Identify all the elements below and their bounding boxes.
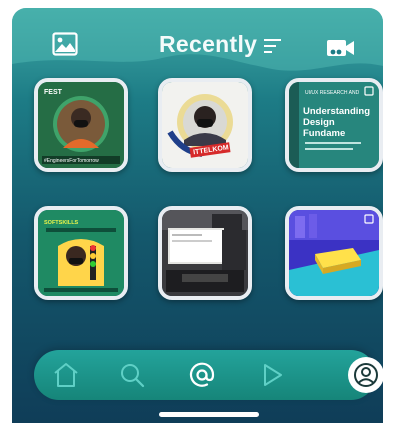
photo-thumbnail[interactable]: UI/UX RESEARCH AND Understanding Design … [285,78,383,172]
photo-thumbnail[interactable]: ITTELKOM [158,78,252,172]
app-screen: Recently FEST #EngineersForTomorrow ITTE… [12,8,383,423]
sort-lines-icon[interactable] [264,38,284,54]
search-icon[interactable] [118,361,146,389]
photo-caption-text: SOFTSKILLS [44,220,79,226]
photo-caption-text: Understanding Design Fundame [303,106,371,136]
photo-thumbnail[interactable] [285,206,383,300]
home-icon[interactable] [52,361,80,389]
play-icon[interactable] [258,361,286,389]
photo-badge-text: UI/UX RESEARCH AND [305,90,360,96]
photo-thumbnail[interactable]: SOFTSKILLS [34,206,128,300]
photo-thumbnail[interactable]: FEST #EngineersForTomorrow [34,78,128,172]
image-gallery-icon[interactable] [52,32,78,56]
page-title: Recently [159,31,258,57]
bottom-nav-bar [34,350,383,400]
header-bar: Recently [12,18,383,64]
video-camera-icon[interactable] [327,38,355,58]
at-sign-icon[interactable] [188,361,216,389]
home-indicator[interactable] [159,412,259,417]
photo-badge-text: FEST [44,89,63,96]
photo-thumbnail[interactable] [158,206,252,300]
photo-caption-text: #EngineersForTomorrow [44,158,99,164]
profile-icon[interactable] [348,357,383,393]
